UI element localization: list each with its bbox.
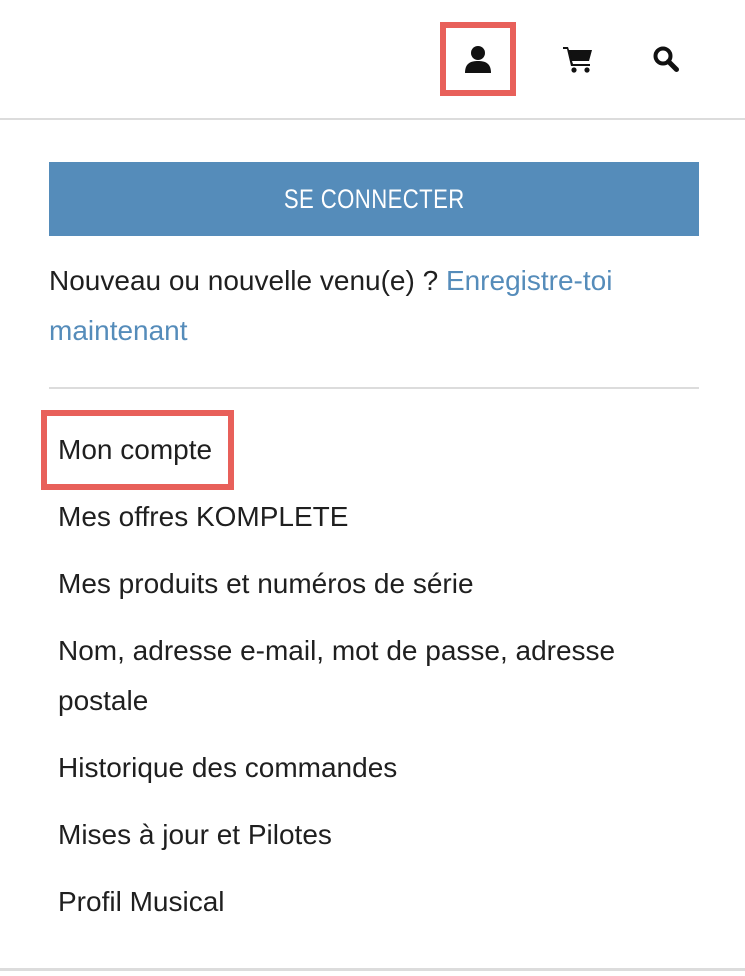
divider [49,387,699,389]
menu-item-profile-details[interactable]: Nom, adresse e-mail, mot de passe, adres… [41,626,711,726]
menu-item-products-serials[interactable]: Mes produits et numéros de série [41,559,711,609]
search-button[interactable] [628,22,704,96]
login-button[interactable]: SE CONNECTER [49,162,699,236]
user-icon [465,46,491,73]
account-menu-button[interactable] [440,22,516,96]
cart-icon [563,47,592,73]
cart-button[interactable] [540,22,616,96]
bottom-border [0,968,745,971]
menu-item-order-history[interactable]: Historique des commandes [41,743,711,793]
menu-item-music-profile[interactable]: Profil Musical [41,877,711,927]
site-header [0,0,745,120]
menu-item-updates-drivers[interactable]: Mises à jour et Pilotes [41,810,711,860]
menu-item-komplete-offers[interactable]: Mes offres KOMPLETE [41,492,711,542]
account-menu: Mon compte Mes offres KOMPLETE Mes produ… [41,410,711,944]
register-prompt-text: Nouveau ou nouvelle venu(e) ? [49,265,446,296]
register-prompt: Nouveau ou nouvelle venu(e) ? Enregistre… [49,256,699,356]
menu-item-my-account[interactable]: Mon compte [41,410,235,490]
login-button-label: SE CONNECTER [283,183,465,214]
search-icon [653,46,679,72]
